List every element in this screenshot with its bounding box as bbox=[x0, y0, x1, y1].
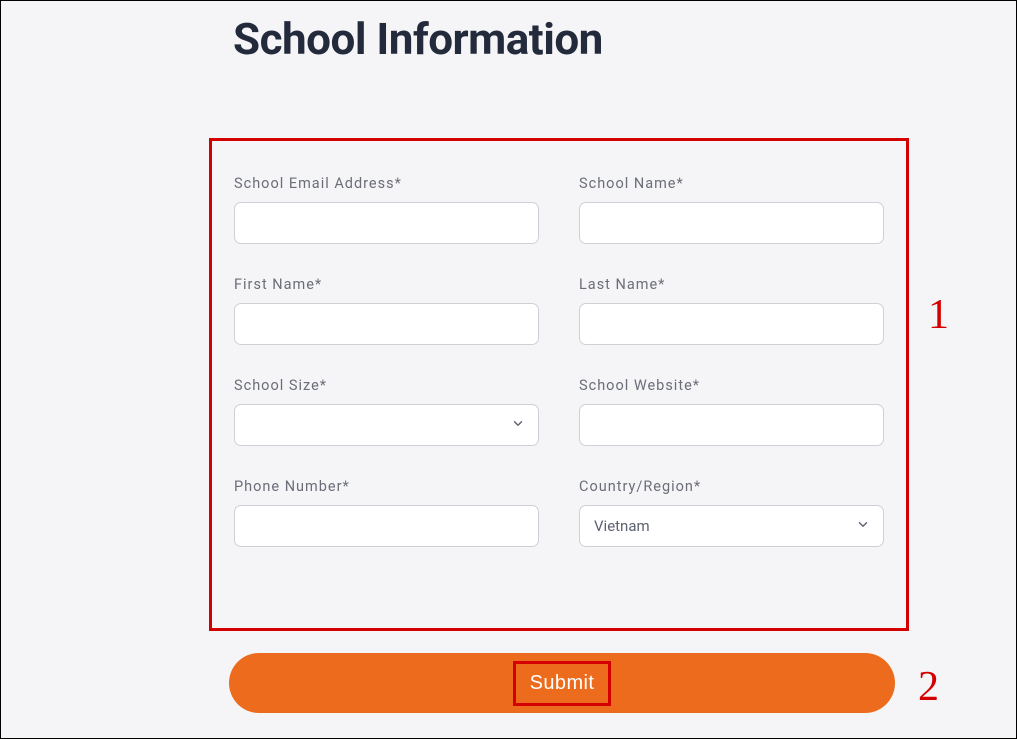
label-school-email: School Email Address* bbox=[234, 175, 539, 192]
field-phone-number: Phone Number* bbox=[234, 478, 539, 547]
form-row-2: First Name* Last Name* bbox=[234, 276, 884, 345]
label-country-region: Country/Region* bbox=[579, 478, 884, 495]
label-phone-number: Phone Number* bbox=[234, 478, 539, 495]
select-wrap-school-size bbox=[234, 404, 539, 446]
label-school-size: School Size* bbox=[234, 377, 539, 394]
input-school-website[interactable] bbox=[579, 404, 884, 446]
submit-button[interactable]: Submit bbox=[229, 653, 895, 713]
form-row-3: School Size* School Website* bbox=[234, 377, 884, 446]
page-title: School Information bbox=[233, 13, 603, 65]
label-first-name: First Name* bbox=[234, 276, 539, 293]
field-school-email: School Email Address* bbox=[234, 175, 539, 244]
select-wrap-country-region: Vietnam bbox=[579, 505, 884, 547]
select-country-region[interactable]: Vietnam bbox=[579, 505, 884, 547]
annotation-marker-2: 2 bbox=[918, 663, 939, 711]
field-first-name: First Name* bbox=[234, 276, 539, 345]
field-school-website: School Website* bbox=[579, 377, 884, 446]
input-last-name[interactable] bbox=[579, 303, 884, 345]
label-last-name: Last Name* bbox=[579, 276, 884, 293]
field-last-name: Last Name* bbox=[579, 276, 884, 345]
field-school-size: School Size* bbox=[234, 377, 539, 446]
label-school-website: School Website* bbox=[579, 377, 884, 394]
school-information-form: School Email Address* School Name* First… bbox=[209, 138, 909, 631]
input-first-name[interactable] bbox=[234, 303, 539, 345]
field-school-name: School Name* bbox=[579, 175, 884, 244]
annotation-marker-1: 1 bbox=[928, 291, 949, 339]
input-school-name[interactable] bbox=[579, 202, 884, 244]
label-school-name: School Name* bbox=[579, 175, 884, 192]
form-row-4: Phone Number* Country/Region* Vietnam bbox=[234, 478, 884, 547]
page-container: School Information School Email Address*… bbox=[0, 0, 1017, 739]
input-school-email[interactable] bbox=[234, 202, 539, 244]
field-country-region: Country/Region* Vietnam bbox=[579, 478, 884, 547]
submit-button-label: Submit bbox=[513, 661, 612, 706]
input-phone-number[interactable] bbox=[234, 505, 539, 547]
select-school-size[interactable] bbox=[234, 404, 539, 446]
form-row-1: School Email Address* School Name* bbox=[234, 175, 884, 244]
